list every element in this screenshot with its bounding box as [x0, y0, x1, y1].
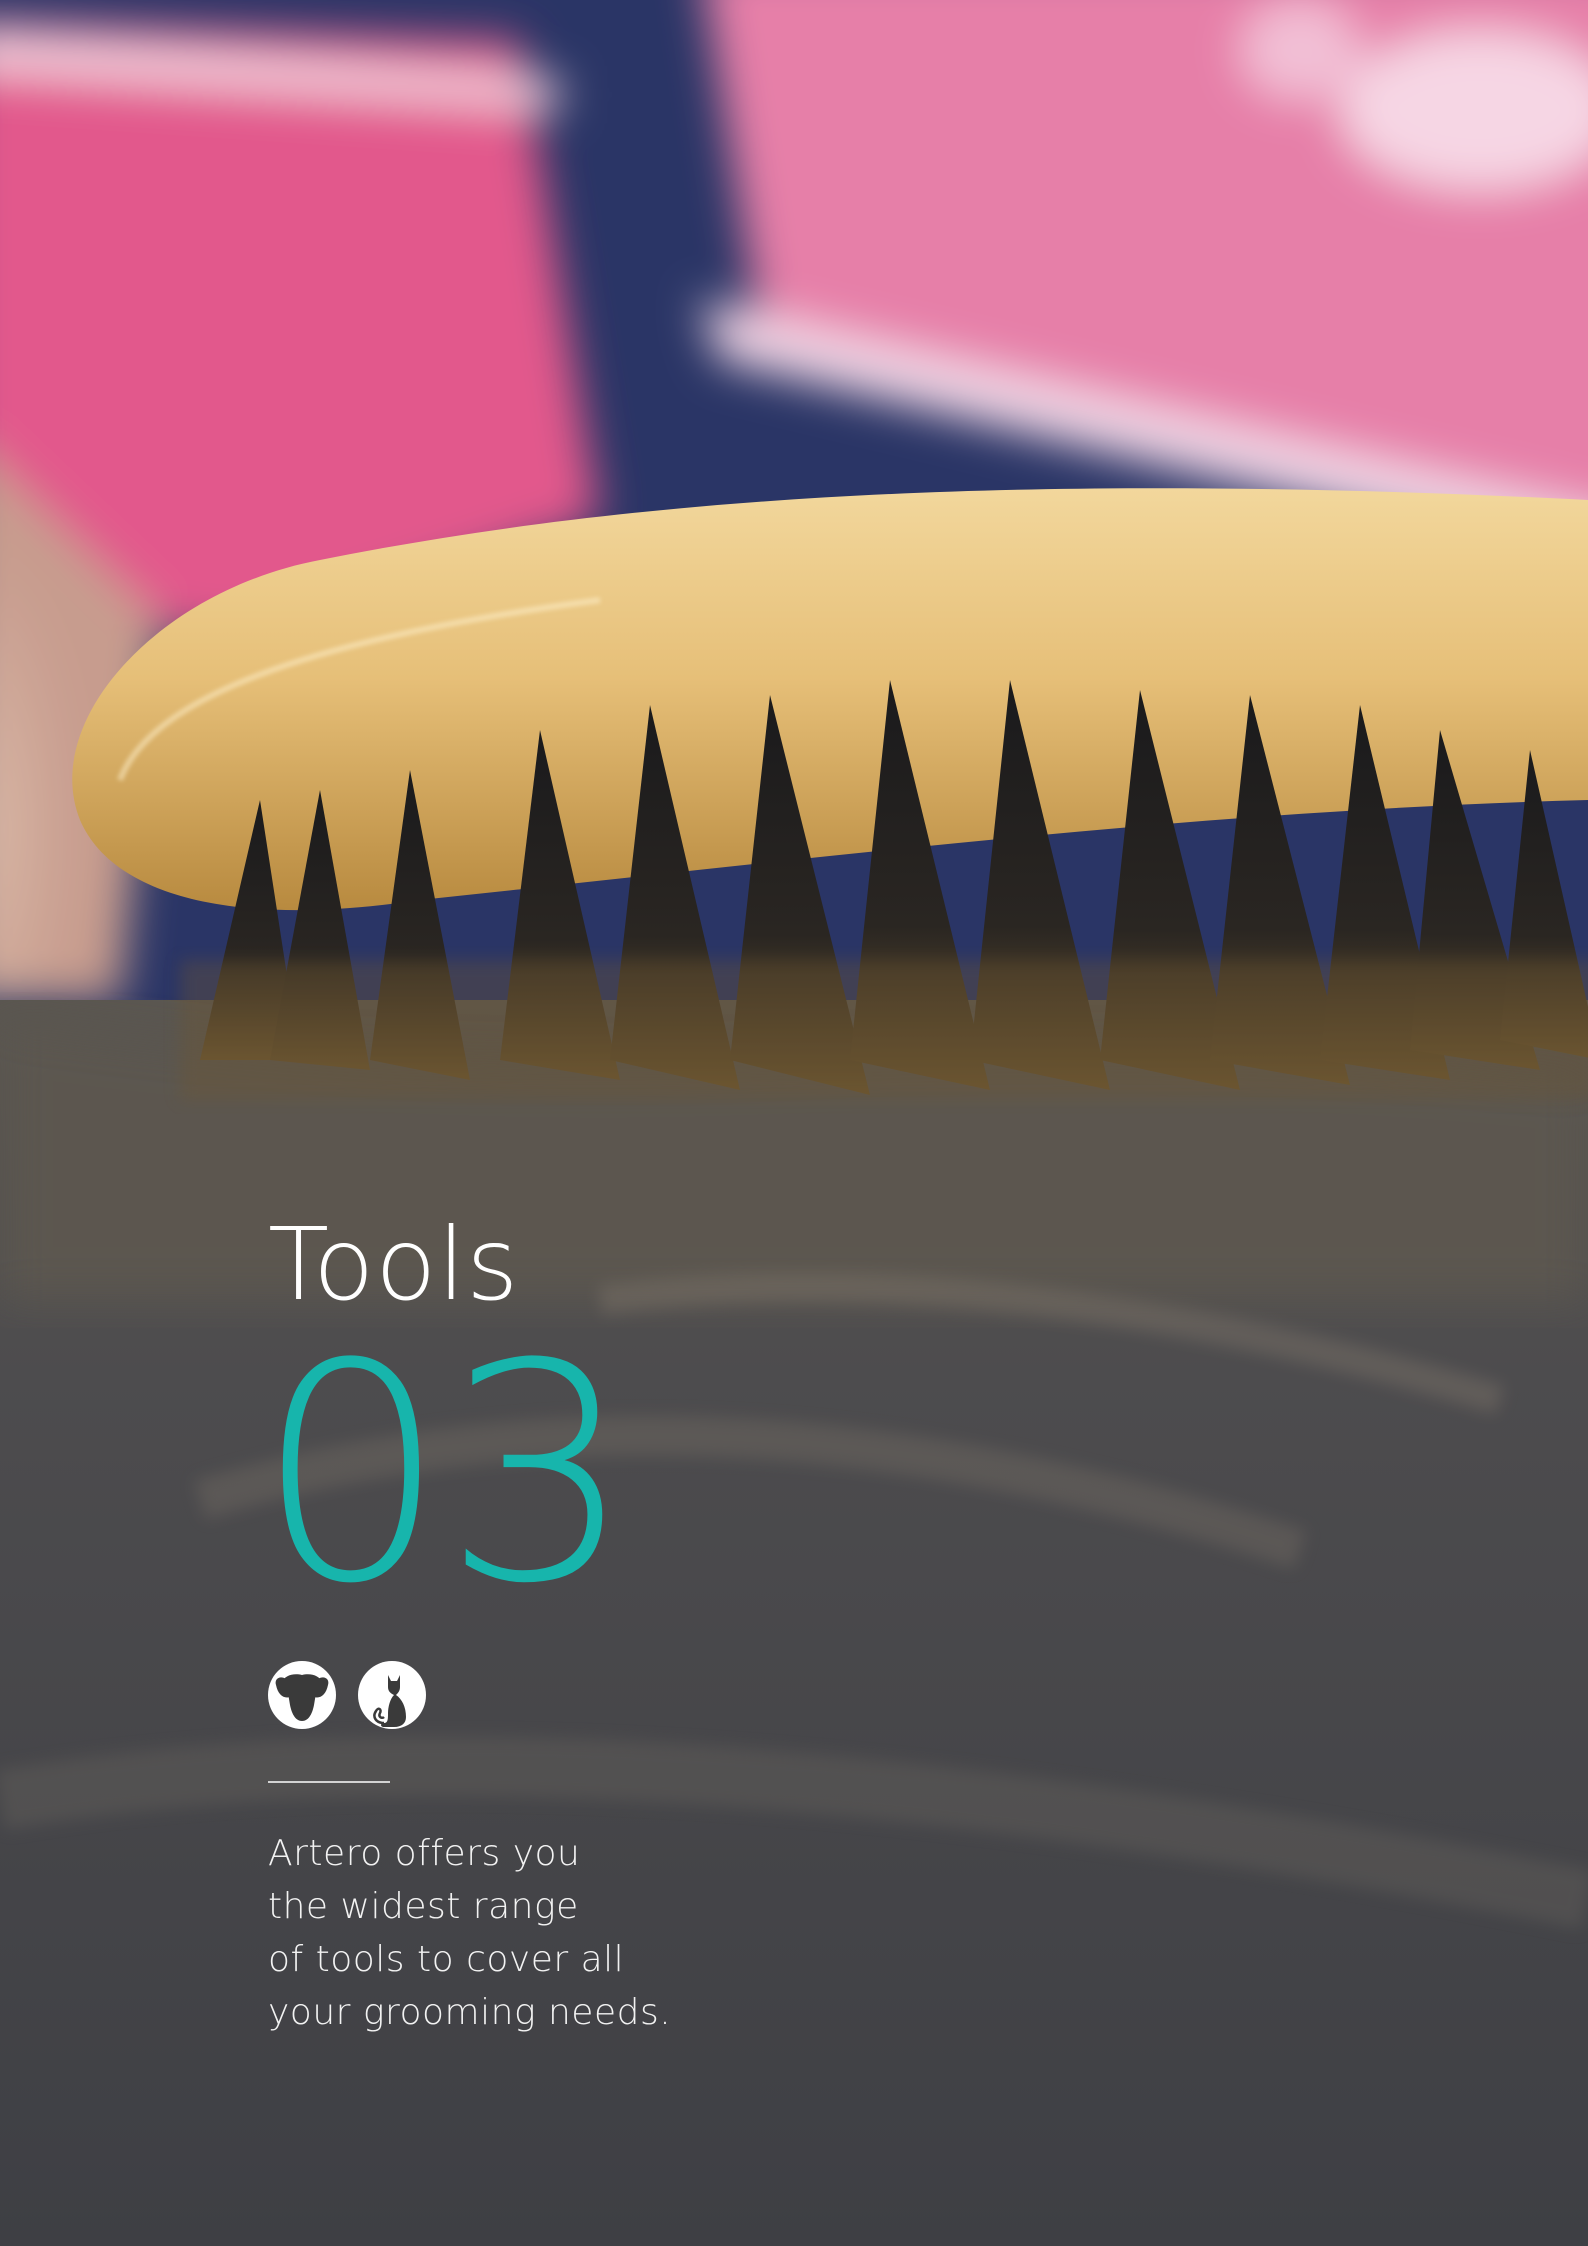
- page: Tools 03 Artero offers you the widest ra…: [0, 0, 1588, 2246]
- divider: [268, 1781, 390, 1783]
- description-line: your grooming needs.: [268, 1992, 672, 2033]
- section-number: 03: [256, 1300, 634, 1649]
- section-intro: Tools 03 Artero offers you the widest ra…: [256, 1215, 868, 2039]
- description: Artero offers you the widest range of to…: [268, 1827, 748, 2039]
- pet-icons: [268, 1661, 868, 1729]
- dog-icon: [268, 1661, 336, 1729]
- description-line: Artero offers you: [268, 1833, 581, 1874]
- description-line: the widest range: [268, 1886, 579, 1927]
- cat-icon: [358, 1661, 426, 1729]
- description-line: of tools to cover all: [268, 1939, 625, 1980]
